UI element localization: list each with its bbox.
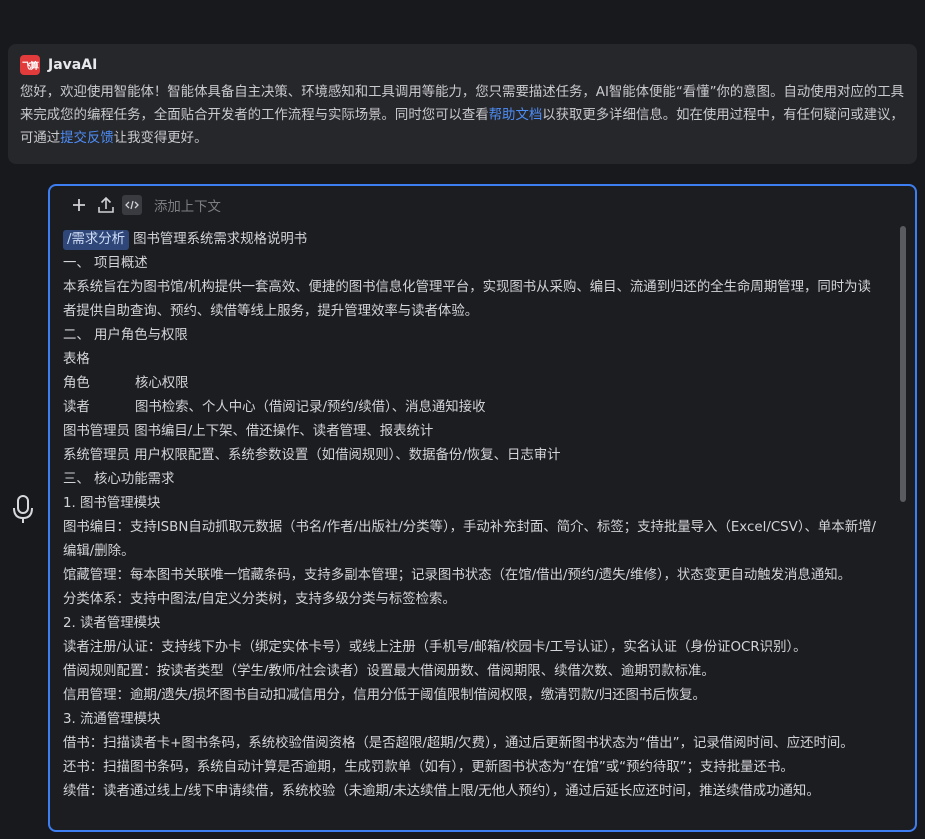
input-toolbar: 添加上下文 [68, 194, 221, 216]
welcome-header: 飞算 JavaAI [20, 54, 905, 76]
command-tag[interactable]: /需求分析 [63, 230, 130, 250]
section-heading: 一、 项目概述 [63, 256, 148, 271]
list-item: 分类体系：支持中图法/自定义分类树，支持多级分类与标签检索。 [63, 592, 456, 607]
table-cell-perm: 用户权限配置、系统参数设置（如借阅规则）、数据备份/恢复、日志审计 [134, 448, 561, 463]
prompt-input-box[interactable]: 添加上下文 /需求分析 图书管理系统需求规格说明书 一、 项目概述 本系统旨在为图… [48, 184, 917, 832]
welcome-card: 飞算 JavaAI 您好，欢迎使用智能体！智能体具备自主决策、环境感知和工具调用… [8, 44, 917, 164]
table-header: 角色 核心权限 [63, 372, 883, 396]
page: 飞算 JavaAI 您好，欢迎使用智能体！智能体具备自主决策、环境感知和工具调用… [0, 0, 925, 839]
table-row: 图书管理员 图书编目/上下架、借还操作、读者管理、报表统计 [63, 420, 883, 444]
table-label: 表格 [63, 352, 90, 367]
feedback-link[interactable]: 提交反馈 [60, 131, 114, 146]
module-heading: 3. 流通管理模块 [63, 712, 161, 727]
paragraph: 本系统旨在为图书馆/机构提供一套高效、便捷的图书信息化管理平台，实现图书从采购、… [63, 280, 871, 319]
list-item: 读者注册/认证：支持线下办卡（绑定实体卡号）或线上注册（手机号/邮箱/校园卡/工… [63, 640, 807, 655]
table-cell-perm: 图书编目/上下架、借还操作、读者管理、报表统计 [134, 424, 434, 439]
upload-icon[interactable] [95, 194, 117, 216]
list-item: 续借：读者通过线上/线下申请续借，系统校验（未逾期/未达续借上限/无他人预约），… [63, 784, 820, 799]
table-cell-role: 读者 [63, 400, 90, 415]
add-context-button[interactable]: 添加上下文 [154, 195, 221, 215]
table-cell-role: 系统管理员 [63, 448, 130, 463]
section-heading: 二、 用户角色与权限 [63, 328, 188, 343]
editor-scrollbar[interactable] [900, 226, 906, 502]
table-row: 系统管理员 用户权限配置、系统参数设置（如借阅规则）、数据备份/恢复、日志审计 [63, 444, 883, 468]
app-name: JavaAI [48, 57, 98, 73]
list-item: 信用管理：逾期/遗失/损坏图书自动扣减信用分，信用分低于阈值限制借阅权限，缴清罚… [63, 688, 706, 703]
app-logo: 飞算 [20, 55, 40, 75]
list-item: 借书：扫描读者卡+图书条码，系统校验借阅资格（是否超限/超期/欠费），通过后更新… [63, 736, 854, 751]
module-heading: 1. 图书管理模块 [63, 496, 161, 511]
list-item: 图书编目：支持ISBN自动抓取元数据（书名/作者/出版社/分类等），手动补充封面… [63, 520, 876, 559]
section-heading: 三、 核心功能需求 [63, 472, 175, 487]
table-cell-perm: 图书检索、个人中心（借阅记录/预约/续借）、消息通知接收 [135, 400, 486, 415]
editor-content[interactable]: /需求分析 图书管理系统需求规格说明书 一、 项目概述 本系统旨在为图书馆/机构提… [63, 228, 883, 804]
list-item: 还书：扫描图书条码，系统自动计算是否逾期，生成罚款单（如有），更新图书状态为“在… [63, 760, 794, 775]
code-icon[interactable] [122, 195, 142, 215]
microphone-icon[interactable] [10, 494, 36, 524]
welcome-text-3: 让我变得更好。 [113, 131, 208, 146]
module-heading: 2. 读者管理模块 [63, 616, 161, 631]
table-header-role: 角色 [63, 376, 90, 391]
title-line: /需求分析 图书管理系统需求规格说明书 [63, 228, 883, 252]
table-cell-role: 图书管理员 [63, 424, 130, 439]
help-docs-link[interactable]: 帮助文档 [489, 108, 543, 123]
list-item: 馆藏管理：每本图书关联唯一馆藏条码，支持多副本管理；记录图书状态（在馆/借出/预… [63, 568, 851, 583]
table-header-perm: 核心权限 [135, 376, 189, 391]
welcome-message: 您好，欢迎使用智能体！智能体具备自主决策、环境感知和工具调用等能力，您只需要描述… [20, 81, 905, 150]
list-item: 借阅规则配置：按读者类型（学生/教师/社会读者）设置最大借阅册数、借阅期限、续借… [63, 664, 715, 679]
add-icon[interactable] [68, 194, 90, 216]
doc-title: 图书管理系统需求规格说明书 [133, 232, 308, 247]
table-row: 读者 图书检索、个人中心（借阅记录/预约/续借）、消息通知接收 [63, 396, 883, 420]
